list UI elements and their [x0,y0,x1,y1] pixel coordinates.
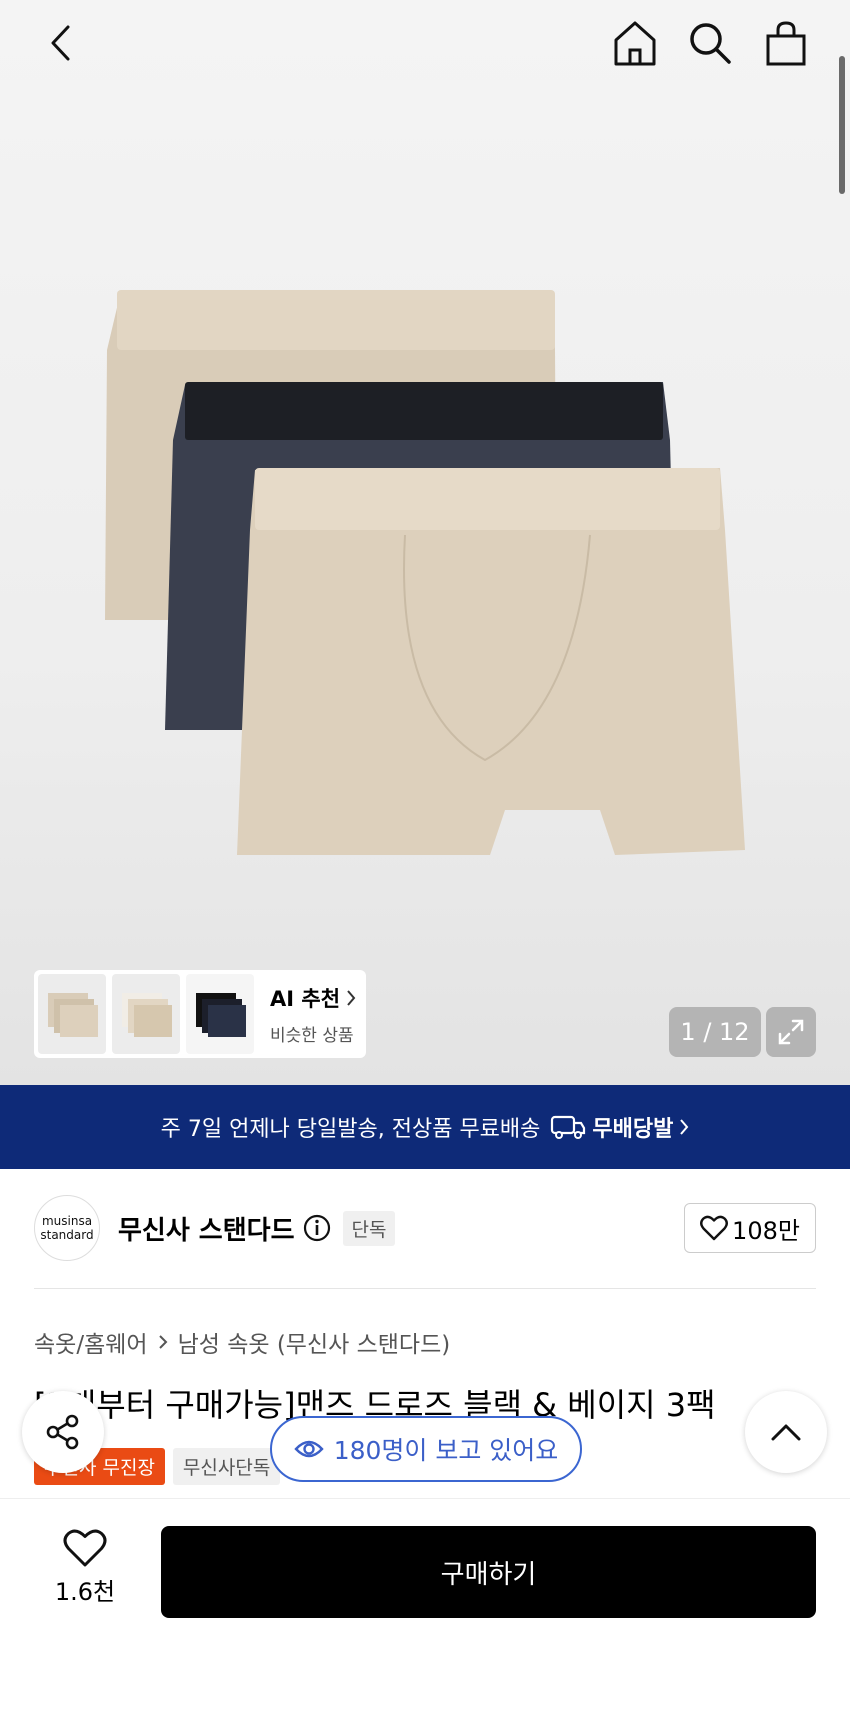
wishlist-button[interactable]: 1.6천 [40,1528,130,1607]
ai-recommend-text: AI 추천 비슷한 상품 [270,983,356,1046]
ai-recommend-card[interactable]: AI 추천 비슷한 상품 [34,970,366,1058]
viewers-badge: 180명이 보고 있어요 [270,1416,582,1482]
chevron-right-icon [158,1335,167,1349]
heart-icon [700,1215,728,1241]
ai-recommend-subtitle: 비슷한 상품 [270,1025,354,1046]
brand-like-count: 108만 [732,1216,800,1245]
brand-row: musinsa standard 무신사 스탠다드 단독 108만 [34,1195,816,1261]
shipping-banner[interactable]: 주 7일 언제나 당일발송, 전상품 무료배송 무배당발 [0,1085,850,1169]
recommend-thumbnail-3[interactable] [186,974,254,1054]
brand-logo-line1: musinsa [41,1214,93,1228]
exclusive-tag: 무신사단독 [172,1448,281,1485]
brand-like-button[interactable]: 108만 [684,1203,816,1253]
share-icon [46,1414,79,1450]
brand-logo-line2: standard [40,1228,94,1242]
product-photo[interactable] [95,290,755,870]
shipping-banner-text: 주 7일 언제나 당일발송, 전상품 무료배송 [160,1117,541,1142]
back-icon[interactable] [40,20,80,66]
exclusive-badge: 단독 [342,1210,396,1246]
product-image-gallery[interactable]: AI 추천 비슷한 상품 1 / 12 [0,0,850,1085]
shopping-bag-icon[interactable] [762,18,810,68]
top-navigation-bar [0,0,850,90]
shipping-brand-badge: 무배당발 [550,1111,689,1143]
search-icon[interactable] [686,18,734,68]
breadcrumb-item-1[interactable]: 속옷/홈웨어 [34,1325,148,1359]
scroll-top-button[interactable] [745,1391,827,1473]
chevron-up-icon [771,1424,801,1441]
viewers-text: 180명이 보고 있어요 [333,1436,559,1465]
share-button[interactable] [22,1391,104,1473]
ai-recommend-title: AI 추천 [270,983,356,1013]
breadcrumb-item-2[interactable]: 남성 속옷 (무신사 스탠다드) [178,1325,451,1359]
divider [34,1288,816,1289]
home-icon[interactable] [611,18,659,68]
info-icon[interactable] [303,1214,331,1242]
eye-icon [294,1440,324,1458]
recommend-thumbnail-1[interactable] [38,974,106,1054]
scrollbar[interactable] [839,56,845,194]
shipping-brand-label: 무배당발 [592,1117,674,1142]
buy-button[interactable]: 구매하기 [161,1526,816,1618]
expand-icon[interactable] [766,1007,816,1057]
chevron-right-icon [680,1119,689,1135]
brand-name[interactable]: 무신사 스탠다드 [118,1210,295,1247]
image-counter: 1 / 12 [669,1007,761,1057]
brand-logo[interactable]: musinsa standard [34,1195,100,1261]
breadcrumb: 속옷/홈웨어 남성 속옷 (무신사 스탠다드) [34,1325,450,1359]
delivery-truck-icon [551,1115,586,1139]
recommend-thumbnail-2[interactable] [112,974,180,1054]
heart-icon [63,1529,107,1567]
ai-recommend-title-label: AI 추천 [270,986,341,1011]
wishlist-count: 1.6천 [54,1578,116,1606]
chevron-right-icon [347,989,356,1006]
